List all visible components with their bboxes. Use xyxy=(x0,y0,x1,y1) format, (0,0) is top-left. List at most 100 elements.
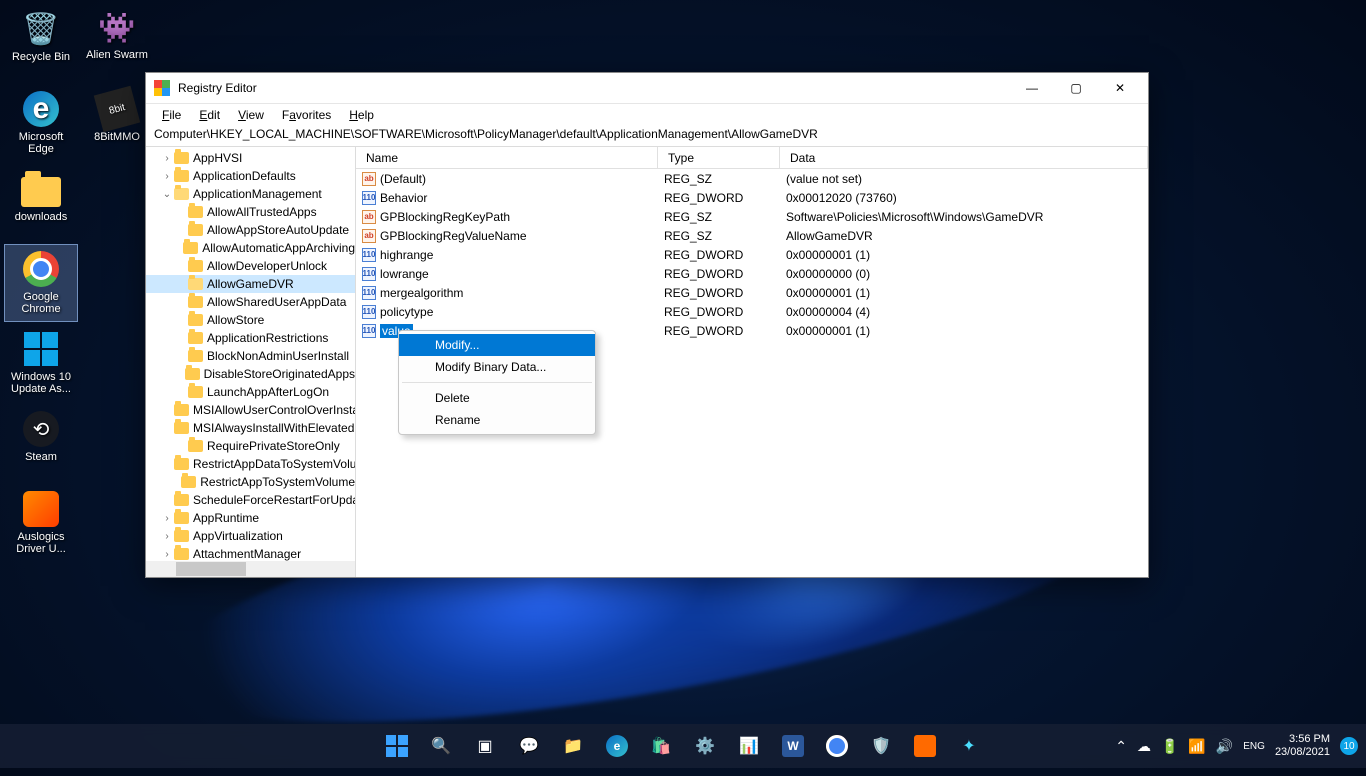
value-row[interactable]: ab(Default)REG_SZ(value not set) xyxy=(356,169,1148,188)
maximize-button[interactable]: ▢ xyxy=(1054,74,1098,102)
notification-badge[interactable]: 10 xyxy=(1340,737,1358,755)
folder-icon xyxy=(188,278,203,290)
tree-item-scheduleforcerestartforupdatefailures[interactable]: ScheduleForceRestartForUpdateFailures xyxy=(146,491,355,509)
tree-item-disablestoreoriginatedapps[interactable]: DisableStoreOriginatedApps xyxy=(146,365,355,383)
tree-expand-icon[interactable]: › xyxy=(160,549,174,560)
folder-icon xyxy=(21,169,61,209)
list-header[interactable]: Name Type Data xyxy=(356,147,1148,169)
column-type[interactable]: Type xyxy=(658,147,780,168)
desktop-icon-chrome[interactable]: Google Chrome xyxy=(4,244,78,322)
tree-item-requireprivatestoreonly[interactable]: RequirePrivateStoreOnly xyxy=(146,437,355,455)
titlebar[interactable]: Registry Editor — ▢ ✕ xyxy=(146,73,1148,103)
tree-horizontal-scrollbar[interactable] xyxy=(146,561,355,577)
reg-sz-icon: ab xyxy=(362,210,376,224)
tree-expand-icon[interactable]: › xyxy=(160,513,174,524)
folder-icon xyxy=(188,224,203,236)
tree-item-blocknonadminuserinstall[interactable]: BlockNonAdminUserInstall xyxy=(146,347,355,365)
value-row[interactable]: 110mergealgorithmREG_DWORD0x00000001 (1) xyxy=(356,283,1148,302)
tree-item-allowgamedvr[interactable]: AllowGameDVR xyxy=(146,275,355,293)
tray-volume-icon[interactable]: 🔊 xyxy=(1216,738,1233,755)
taskbar-edge-button[interactable]: e xyxy=(598,727,636,765)
desktop-icon-recycle-bin[interactable]: 🗑️ Recycle Bin xyxy=(4,4,78,82)
tree-item-msiallowusercontroloverinstall[interactable]: MSIAllowUserControlOverInstall xyxy=(146,401,355,419)
column-data[interactable]: Data xyxy=(780,147,1148,168)
8bitmmo-icon: 8bit xyxy=(97,89,137,129)
tree-item-allowappstoreautoupdate[interactable]: AllowAppStoreAutoUpdate xyxy=(146,221,355,239)
tree-item-appvirtualization[interactable]: ›AppVirtualization xyxy=(146,527,355,545)
menu-edit[interactable]: Edit xyxy=(191,106,228,124)
tree-item-appruntime[interactable]: ›AppRuntime xyxy=(146,509,355,527)
tree-item-allowalltrustedapps[interactable]: AllowAllTrustedApps xyxy=(146,203,355,221)
tray-chevron-icon[interactable]: ⌃ xyxy=(1115,738,1127,755)
taskbar-app-button[interactable]: 📊 xyxy=(730,727,768,765)
desktop-icon-alien-swarm[interactable]: 👾 Alien Swarm xyxy=(80,4,154,82)
tree-item-allowautomaticapparchiving[interactable]: AllowAutomaticAppArchiving xyxy=(146,239,355,257)
minimize-button[interactable]: — xyxy=(1010,74,1054,102)
folder-icon xyxy=(188,440,203,452)
registry-tree[interactable]: ›AppHVSI›ApplicationDefaults⌄Application… xyxy=(146,147,356,577)
taskbar-taskview-button[interactable]: ▣ xyxy=(466,727,504,765)
menu-view[interactable]: View xyxy=(230,106,272,124)
tree-item-launchappafterlogon[interactable]: LaunchAppAfterLogOn xyxy=(146,383,355,401)
value-name: mergealgorithm xyxy=(380,286,463,300)
tree-expand-icon[interactable]: ⌄ xyxy=(160,189,174,200)
desktop-icon-edge[interactable]: e Microsoft Edge xyxy=(4,84,78,162)
value-row[interactable]: 110lowrangeREG_DWORD0x00000000 (0) xyxy=(356,264,1148,283)
tree-item-applicationmanagement[interactable]: ⌄ApplicationManagement xyxy=(146,185,355,203)
taskbar-app3-button[interactable]: ✦ xyxy=(950,727,988,765)
taskview-icon: ▣ xyxy=(473,734,497,758)
value-row[interactable]: abGPBlockingRegValueNameREG_SZAllowGameD… xyxy=(356,226,1148,245)
taskbar: 🔍 ▣ 💬 📁 e 🛍️ ⚙️ 📊 W 🛡️ ✦ ⌃ ☁ 🔋 📶 🔊 ENG 3… xyxy=(0,724,1366,768)
desktop-icon-win10-update[interactable]: Windows 10 Update As... xyxy=(4,324,78,402)
taskbar-chat-button[interactable]: 💬 xyxy=(510,727,548,765)
taskbar-word-button[interactable]: W xyxy=(774,727,812,765)
tray-ime-icon[interactable]: ENG xyxy=(1243,741,1265,752)
context-menu-rename[interactable]: Rename xyxy=(399,409,595,431)
desktop-icon-steam[interactable]: ⟲ Steam xyxy=(4,404,78,482)
taskbar-clock[interactable]: 3:56 PM 23/08/2021 xyxy=(1275,733,1330,759)
taskbar-start-button[interactable] xyxy=(378,727,416,765)
tree-expand-icon[interactable]: › xyxy=(160,531,174,542)
tree-item-allowshareduserappdata[interactable]: AllowSharedUserAppData xyxy=(146,293,355,311)
taskbar-store-button[interactable]: 🛍️ xyxy=(642,727,680,765)
tree-item-allowstore[interactable]: AllowStore xyxy=(146,311,355,329)
context-menu-delete[interactable]: Delete xyxy=(399,387,595,409)
close-button[interactable]: ✕ xyxy=(1098,74,1142,102)
tree-item-restrictappdatatosystemvolume[interactable]: RestrictAppDataToSystemVolume xyxy=(146,455,355,473)
value-row[interactable]: 110highrangeREG_DWORD0x00000001 (1) xyxy=(356,245,1148,264)
context-menu-modify[interactable]: Modify... xyxy=(399,334,595,356)
taskbar-chrome-button[interactable] xyxy=(818,727,856,765)
taskbar-settings-button[interactable]: ⚙️ xyxy=(686,727,724,765)
tree-item-applicationrestrictions[interactable]: ApplicationRestrictions xyxy=(146,329,355,347)
taskbar-app2-button[interactable] xyxy=(906,727,944,765)
menu-file[interactable]: File xyxy=(154,106,189,124)
tree-item-restrictapptosystemvolume[interactable]: RestrictAppToSystemVolume xyxy=(146,473,355,491)
tray-wifi-icon[interactable]: 📶 xyxy=(1188,738,1205,755)
taskbar-search-button[interactable]: 🔍 xyxy=(422,727,460,765)
tree-item-allowdeveloperunlock[interactable]: AllowDeveloperUnlock xyxy=(146,257,355,275)
tree-expand-icon[interactable]: › xyxy=(160,171,174,182)
value-row[interactable]: 110BehaviorREG_DWORD0x00012020 (73760) xyxy=(356,188,1148,207)
desktop-icon-downloads[interactable]: downloads xyxy=(4,164,78,242)
desktop-icon-auslogics[interactable]: Auslogics Driver U... xyxy=(4,484,78,562)
tray-onedrive-icon[interactable]: ☁ xyxy=(1137,738,1151,755)
context-menu-modify-binary-data[interactable]: Modify Binary Data... xyxy=(399,356,595,378)
tree-item-label: AllowDeveloperUnlock xyxy=(207,259,327,273)
tree-expand-icon[interactable]: › xyxy=(160,153,174,164)
taskbar-security-button[interactable]: 🛡️ xyxy=(862,727,900,765)
column-name[interactable]: Name xyxy=(356,147,658,168)
value-row[interactable]: 110policytypeREG_DWORD0x00000004 (4) xyxy=(356,302,1148,321)
system-tray[interactable]: ⌃ ☁ 🔋 📶 🔊 ENG xyxy=(1115,738,1265,755)
tree-item-apphvsi[interactable]: ›AppHVSI xyxy=(146,149,355,167)
tree-item-applicationdefaults[interactable]: ›ApplicationDefaults xyxy=(146,167,355,185)
tree-item-msialwaysinstallwithelevatedprivileges[interactable]: MSIAlwaysInstallWithElevatedPrivileges xyxy=(146,419,355,437)
value-row[interactable]: abGPBlockingRegKeyPathREG_SZSoftware\Pol… xyxy=(356,207,1148,226)
tree-item-label: AllowSharedUserAppData xyxy=(207,295,346,309)
menu-favorites[interactable]: Favorites xyxy=(274,106,339,124)
tray-battery-icon[interactable]: 🔋 xyxy=(1161,738,1178,755)
menu-help[interactable]: Help xyxy=(341,106,382,124)
address-bar[interactable]: Computer\HKEY_LOCAL_MACHINE\SOFTWARE\Mic… xyxy=(146,125,1148,147)
folder-icon xyxy=(183,242,198,254)
taskbar-explorer-button[interactable]: 📁 xyxy=(554,727,592,765)
desktop-icon-8bitmmo[interactable]: 8bit 8BitMMO xyxy=(80,84,154,162)
